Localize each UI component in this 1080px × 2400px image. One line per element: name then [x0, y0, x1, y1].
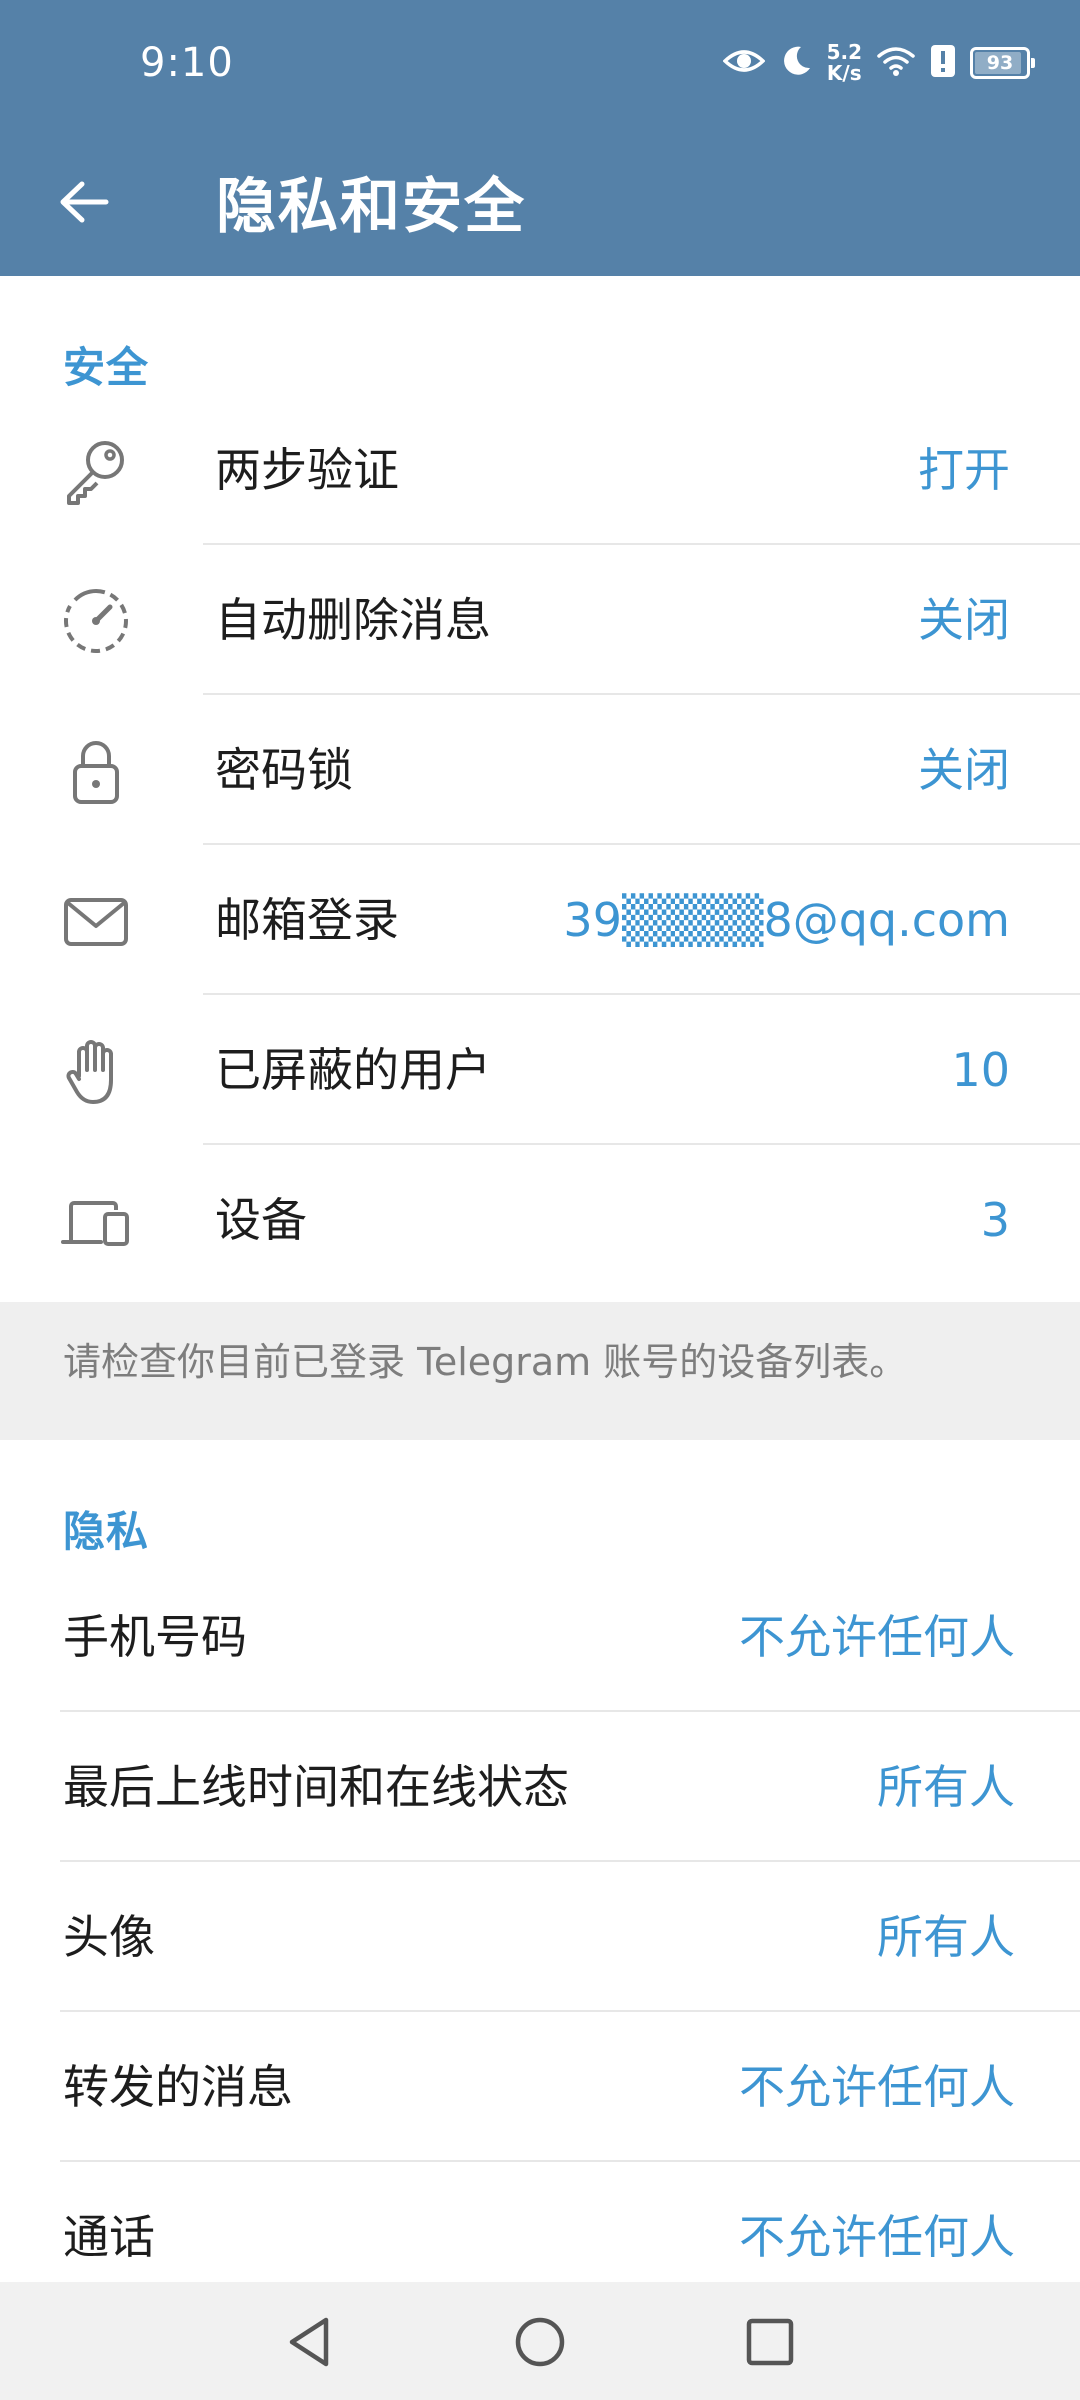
row-devices[interactable]: 设备 3: [0, 1145, 1080, 1295]
row-label: 最后上线时间和在线状态: [63, 1760, 569, 1814]
row-value: 39▒▒▒▒8@qq.com: [563, 893, 1010, 947]
devices-icon: [60, 1185, 132, 1257]
row-label: 两步验证: [215, 443, 399, 497]
row-forwarded-messages[interactable]: 转发的消息 不允许任何人: [0, 2012, 1080, 2162]
battery-level: 93: [986, 52, 1014, 74]
arrow-left-icon: [58, 180, 110, 228]
wifi-icon: [876, 45, 916, 81]
system-nav-bar: [0, 2282, 1080, 2400]
row-value: 所有人: [877, 1760, 1015, 1814]
key-icon: [60, 435, 132, 507]
row-last-seen-online[interactable]: 最后上线时间和在线状态 所有人: [0, 1712, 1080, 1862]
nav-home-icon: [512, 2314, 568, 2374]
row-blocked-users[interactable]: 已屏蔽的用户 10: [0, 995, 1080, 1145]
eye-icon: [722, 46, 766, 80]
back-button[interactable]: [40, 160, 128, 248]
row-label: 密码锁: [215, 743, 353, 797]
nav-recents-icon: [742, 2314, 798, 2374]
row-value: 关闭: [918, 743, 1010, 797]
row-value: 所有人: [877, 1910, 1015, 1964]
status-time: 9:10: [140, 40, 234, 86]
row-profile-photo[interactable]: 头像 所有人: [0, 1862, 1080, 2012]
row-label: 设备: [215, 1193, 307, 1247]
alert-icon: [930, 44, 956, 82]
hand-icon: [60, 1035, 132, 1107]
nav-back-button[interactable]: [270, 2304, 350, 2384]
nav-recents-button[interactable]: [730, 2304, 810, 2384]
row-label: 邮箱登录: [215, 893, 399, 947]
battery-icon: 93: [970, 47, 1035, 79]
lock-icon: [60, 735, 132, 807]
privacy-section-title: 隐私: [63, 1507, 150, 1556]
mail-icon: [60, 885, 132, 957]
row-value: 3: [980, 1193, 1010, 1247]
row-value: 不允许任何人: [739, 1610, 1015, 1664]
row-login-email[interactable]: 邮箱登录 39▒▒▒▒8@qq.com: [0, 845, 1080, 995]
row-value: 关闭: [918, 593, 1010, 647]
row-label: 手机号码: [63, 1610, 247, 1664]
row-phone-number[interactable]: 手机号码 不允许任何人: [0, 1562, 1080, 1712]
row-value: 不允许任何人: [739, 2060, 1015, 2114]
row-auto-delete-messages[interactable]: 自动删除消息 关闭: [0, 545, 1080, 695]
net-speed-unit: K/s: [826, 61, 862, 85]
row-label: 头像: [63, 1910, 155, 1964]
net-speed: 5.2 K/s: [827, 42, 862, 84]
row-label: 转发的消息: [63, 2060, 293, 2114]
app-bar: 隐私和安全: [0, 130, 1080, 276]
row-passcode-lock[interactable]: 密码锁 关闭: [0, 695, 1080, 845]
row-label: 已屏蔽的用户: [215, 1043, 491, 1097]
status-icons: 5.2 K/s 93: [722, 38, 1035, 88]
row-value: 打开: [918, 443, 1010, 497]
security-section-title: 安全: [63, 343, 150, 392]
row-value: 10: [951, 1043, 1010, 1097]
net-speed-value: 5.2: [826, 40, 862, 64]
footer-text: 请检查你目前已登录 Telegram 账号的设备列表。: [63, 1340, 908, 1384]
nav-back-icon: [282, 2314, 338, 2374]
row-label: 自动删除消息: [215, 593, 491, 647]
devices-footer-note: 请检查你目前已登录 Telegram 账号的设备列表。: [0, 1302, 1080, 1440]
moon-icon: [779, 44, 813, 82]
row-two-step-verification[interactable]: 两步验证 打开: [0, 395, 1080, 545]
timer-icon: [60, 585, 132, 657]
status-bar: 9:10 5.2 K/s 93: [0, 0, 1080, 130]
nav-home-button[interactable]: [500, 2304, 580, 2384]
header: 9:10 5.2 K/s 93 隐私和安全: [0, 0, 1080, 276]
page-title: 隐私和安全: [216, 172, 526, 242]
